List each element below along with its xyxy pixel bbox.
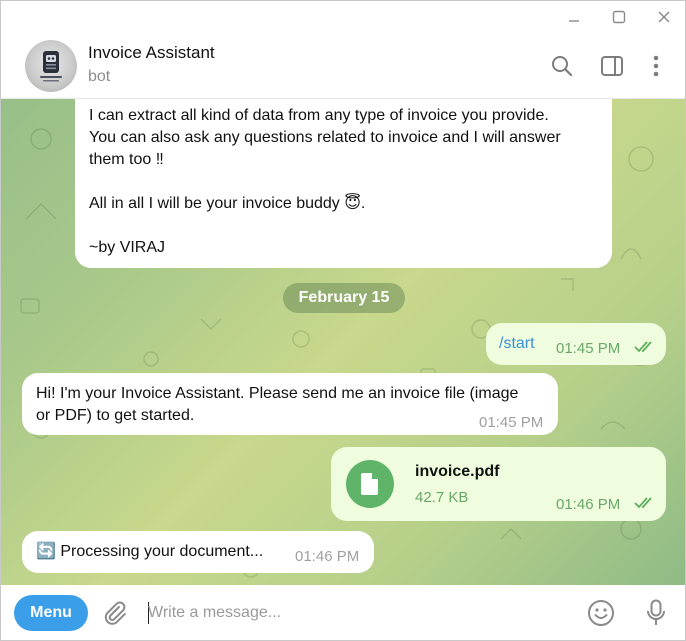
incoming-message-bubble[interactable]: Hi! I'm your Invoice Assistant. Please s… xyxy=(22,373,558,435)
window-titlebar xyxy=(1,1,685,33)
search-icon[interactable] xyxy=(547,51,577,81)
attach-icon[interactable] xyxy=(99,597,131,629)
close-icon[interactable] xyxy=(641,1,685,33)
incoming-message-bubble[interactable]: 🔄 Processing your document... 01:46 PM xyxy=(22,531,374,573)
maximize-icon[interactable] xyxy=(596,1,642,33)
message-time: 01:46 PM xyxy=(295,548,360,565)
sidebar-toggle-icon[interactable] xyxy=(597,51,627,81)
emoji-icon[interactable] xyxy=(585,597,617,629)
intro-line-1: I can extract all kind of data from any … xyxy=(89,107,549,124)
greeting-line-2: or PDF) to get started. xyxy=(36,407,195,424)
chat-status: bot xyxy=(88,68,111,85)
intro-line-3: them too ‼ xyxy=(89,151,164,168)
intro-line-4: All in all I will be your invoice buddy … xyxy=(89,195,366,212)
message-time: 01:45 PM xyxy=(556,340,621,357)
processing-text: 🔄 Processing your document... xyxy=(36,543,264,560)
avatar[interactable] xyxy=(25,40,77,92)
intro-signature: ~by VIRAJ xyxy=(89,239,166,256)
outgoing-message-bubble[interactable]: /start 01:45 PM xyxy=(486,323,666,365)
intro-message-bubble[interactable]: I can extract all kind of data from any … xyxy=(75,99,612,268)
date-separator: February 15 xyxy=(283,283,405,313)
minimize-icon[interactable] xyxy=(551,1,597,33)
greeting-line-1: Hi! I'm your Invoice Assistant. Please s… xyxy=(36,385,519,402)
chat-header: Invoice Assistant bot xyxy=(1,33,685,99)
robot-logo-icon xyxy=(40,51,62,82)
double-check-icon xyxy=(634,341,652,353)
message-composer: Menu xyxy=(1,585,685,640)
message-time: 01:45 PM xyxy=(479,414,544,431)
intro-line-2: You can also ask any questions related t… xyxy=(89,129,561,146)
file-size: 42.7 KB xyxy=(415,489,469,506)
microphone-icon[interactable] xyxy=(640,597,672,629)
start-command-link[interactable]: /start xyxy=(499,333,535,355)
outgoing-file-bubble[interactable]: invoice.pdf 42.7 KB 01:46 PM xyxy=(331,447,666,521)
menu-button[interactable]: Menu xyxy=(14,595,88,631)
telegram-window: Invoice Assistant bot I can extract all xyxy=(0,0,686,641)
message-input[interactable] xyxy=(148,599,568,627)
chat-title[interactable]: Invoice Assistant xyxy=(88,43,215,63)
message-time: 01:46 PM xyxy=(556,496,621,513)
more-vertical-icon[interactable] xyxy=(641,51,671,81)
chat-messages-area[interactable]: I can extract all kind of data from any … xyxy=(1,99,685,585)
double-check-icon xyxy=(634,497,652,509)
file-icon[interactable] xyxy=(346,460,394,508)
file-name[interactable]: invoice.pdf xyxy=(415,461,499,483)
